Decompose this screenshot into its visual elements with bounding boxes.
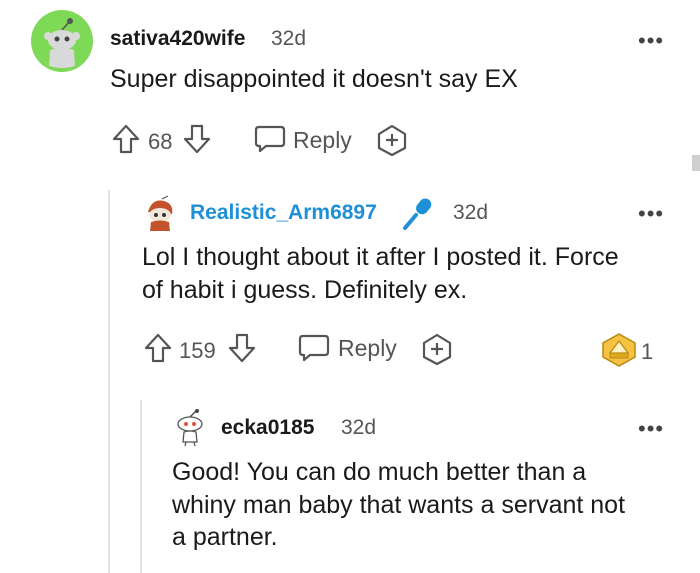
avatar[interactable] xyxy=(172,409,208,447)
snoo-avatar-icon xyxy=(177,409,203,447)
comment-1-body: Super disappointed it doesn't say EX xyxy=(110,65,518,93)
vote-count: 68 xyxy=(148,129,173,154)
comment-1-age: 32d xyxy=(271,27,307,50)
avatar[interactable] xyxy=(142,195,178,232)
more-options-icon[interactable]: ••• xyxy=(638,28,664,54)
comment-3-body-line-1: Good! You can do much better than a xyxy=(172,458,587,486)
snoo-avatar-icon xyxy=(148,195,173,231)
comment-2-age: 32d xyxy=(453,201,489,224)
vote-count: 159 xyxy=(179,338,216,363)
snoo-avatar-icon xyxy=(31,10,93,72)
award-count: 1 xyxy=(641,339,654,364)
scrollbar-thumb[interactable] xyxy=(692,155,700,171)
microphone-icon xyxy=(402,195,438,236)
comment-3-age: 32d xyxy=(341,416,377,439)
reply-button[interactable]: Reply xyxy=(293,127,352,154)
comment-1-username[interactable]: sativa420wife xyxy=(110,27,245,51)
avatar[interactable] xyxy=(31,10,93,72)
upvote-icon[interactable] xyxy=(112,124,140,159)
gold-award-icon[interactable] xyxy=(601,333,637,372)
award-add-icon[interactable] xyxy=(376,124,408,161)
thread-line-1[interactable] xyxy=(108,190,110,573)
thread-line-2[interactable] xyxy=(140,400,142,573)
reply-bubble-icon[interactable] xyxy=(298,333,330,368)
comment-2-username[interactable]: Realistic_Arm6897 xyxy=(190,201,377,225)
reply-button[interactable]: Reply xyxy=(338,335,397,362)
comment-3-body-line-2: whiny man baby that wants a servant not xyxy=(172,491,626,519)
upvote-icon[interactable] xyxy=(144,333,172,368)
comment-2-body-line-1: Lol I thought about it after I posted it… xyxy=(142,243,619,271)
downvote-icon[interactable] xyxy=(183,124,211,159)
more-options-icon[interactable]: ••• xyxy=(638,201,664,227)
award-add-icon[interactable] xyxy=(421,333,453,370)
downvote-icon[interactable] xyxy=(228,333,256,368)
more-options-icon[interactable]: ••• xyxy=(638,416,664,442)
comment-3-username[interactable]: ecka0185 xyxy=(221,416,314,440)
comment-3-body-line-3: a partner. xyxy=(172,523,278,551)
reply-bubble-icon[interactable] xyxy=(254,124,286,159)
comment-2-body-line-2: of habit i guess. Definitely ex. xyxy=(142,276,468,304)
